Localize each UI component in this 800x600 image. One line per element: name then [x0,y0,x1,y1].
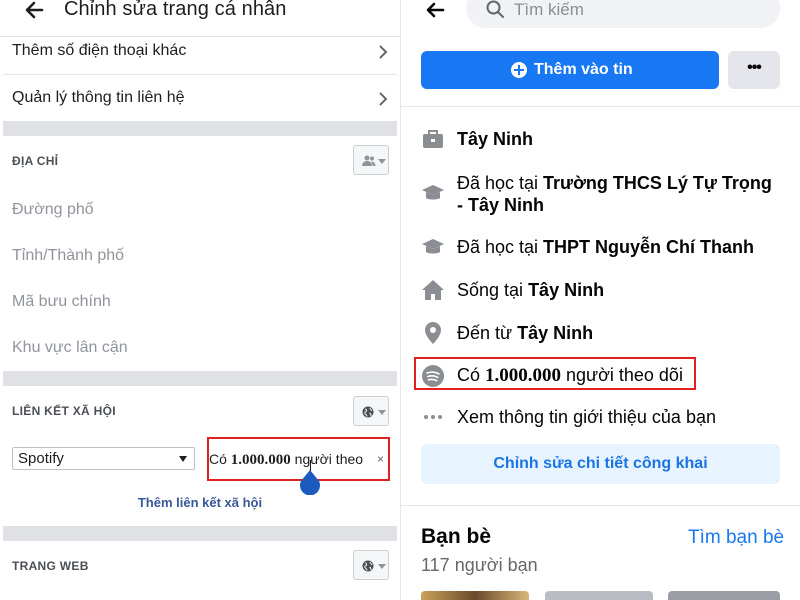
more-dots-icon [424,415,442,419]
add-phone-label: Thêm số điện thoại khác [12,42,187,59]
friend-thumbnail[interactable] [668,591,780,600]
more-options-button[interactable]: ••• [728,51,780,89]
text-selection-handle-icon[interactable] [299,470,321,495]
graduation-cap-icon [422,239,444,254]
add-to-story-button[interactable]: Thêm vào tin [421,51,719,89]
more-dots-icon: ••• [747,59,762,76]
search-icon [486,0,504,18]
section-gap [3,371,397,386]
social-privacy-selector[interactable] [353,396,389,426]
friends-icon [362,155,376,166]
address-section-title: ĐỊA CHỈ [12,154,59,168]
home-icon [422,280,444,300]
school-info: Đã học tại Trường THCS Lý Tự Trọng - Tây… [457,173,772,215]
website-privacy-selector[interactable] [353,550,389,580]
chevron-right-icon [379,92,388,106]
see-about-info-link[interactable]: Xem thông tin giới thiệu của bạn [457,406,716,428]
city-field[interactable]: Tỉnh/Thành phố [12,247,124,265]
website-section-title: TRANG WEB [12,559,89,573]
globe-icon [362,560,374,572]
back-arrow-icon[interactable] [22,0,46,22]
search-placeholder: Tìm kiếm [514,0,584,19]
section-gap [3,526,397,541]
add-to-story-label: Thêm vào tin [534,61,633,78]
high-school-info: Đã học tại THPT Nguyễn Chí Thanh [457,237,755,257]
clear-input-icon[interactable]: × [377,452,384,466]
chevron-down-icon [378,410,386,415]
social-links-section-title: LIÊN KẾT XÃ HỘI [12,404,116,418]
briefcase-icon [423,130,443,148]
location-pin-icon [425,322,441,344]
section-divider [401,106,800,107]
postal-code-field[interactable]: Mã bưu chính [12,293,111,311]
friend-thumbnail[interactable] [545,591,653,600]
page-title: Chỉnh sửa trang cá nhân [64,0,287,20]
current-city-info: Sống tại Tây Ninh [457,280,605,300]
friends-section-title: Bạn bè [421,525,492,548]
friend-thumbnail[interactable] [421,591,529,600]
neighborhood-field[interactable]: Khu vực lân cận [12,339,128,357]
search-input[interactable]: Tìm kiếm [466,0,780,28]
friend-count: 117 người bạn [421,555,538,575]
workplace-info: Tây Ninh [457,129,534,149]
edit-profile-header: Chỉnh sửa trang cá nhân [0,0,400,37]
add-phone-row[interactable]: Thêm số điện thoại khác [3,37,397,74]
globe-icon [362,406,374,418]
social-link-value: Có 1.000.000 người theo [209,451,364,468]
chevron-down-icon [179,456,187,462]
edit-public-details-label: Chỉnh sửa chi tiết công khai [493,455,708,472]
highlight-box [414,357,696,390]
chevron-down-icon [378,159,386,164]
graduation-cap-icon [422,185,444,200]
profile-intro-panel: Tìm kiếm Thêm vào tin ••• Tây Ninh Đã họ… [400,0,800,600]
social-service-value: Spotify [18,450,64,467]
manage-contact-row[interactable]: Quản lý thông tin liên hệ [3,75,397,121]
social-service-select[interactable]: Spotify [12,447,195,470]
manage-contact-label: Quản lý thông tin liên hệ [12,89,185,106]
edit-public-details-button[interactable]: Chỉnh sửa chi tiết công khai [421,444,780,484]
edit-profile-panel: Chỉnh sửa trang cá nhân Thêm số điện tho… [0,0,400,600]
address-privacy-selector[interactable] [353,145,389,175]
add-social-link-button[interactable]: Thêm liên kết xã hội [0,495,400,510]
section-divider [401,505,800,506]
plus-circle-icon [511,62,527,78]
street-field[interactable]: Đường phố [12,201,94,219]
chevron-down-icon [378,564,386,569]
chevron-right-icon [379,45,388,59]
hometown-info: Đến từ Tây Ninh [457,323,594,343]
find-friends-link[interactable]: Tìm bạn bè [688,527,784,549]
back-arrow-icon[interactable] [424,0,446,22]
section-gap [3,121,397,136]
